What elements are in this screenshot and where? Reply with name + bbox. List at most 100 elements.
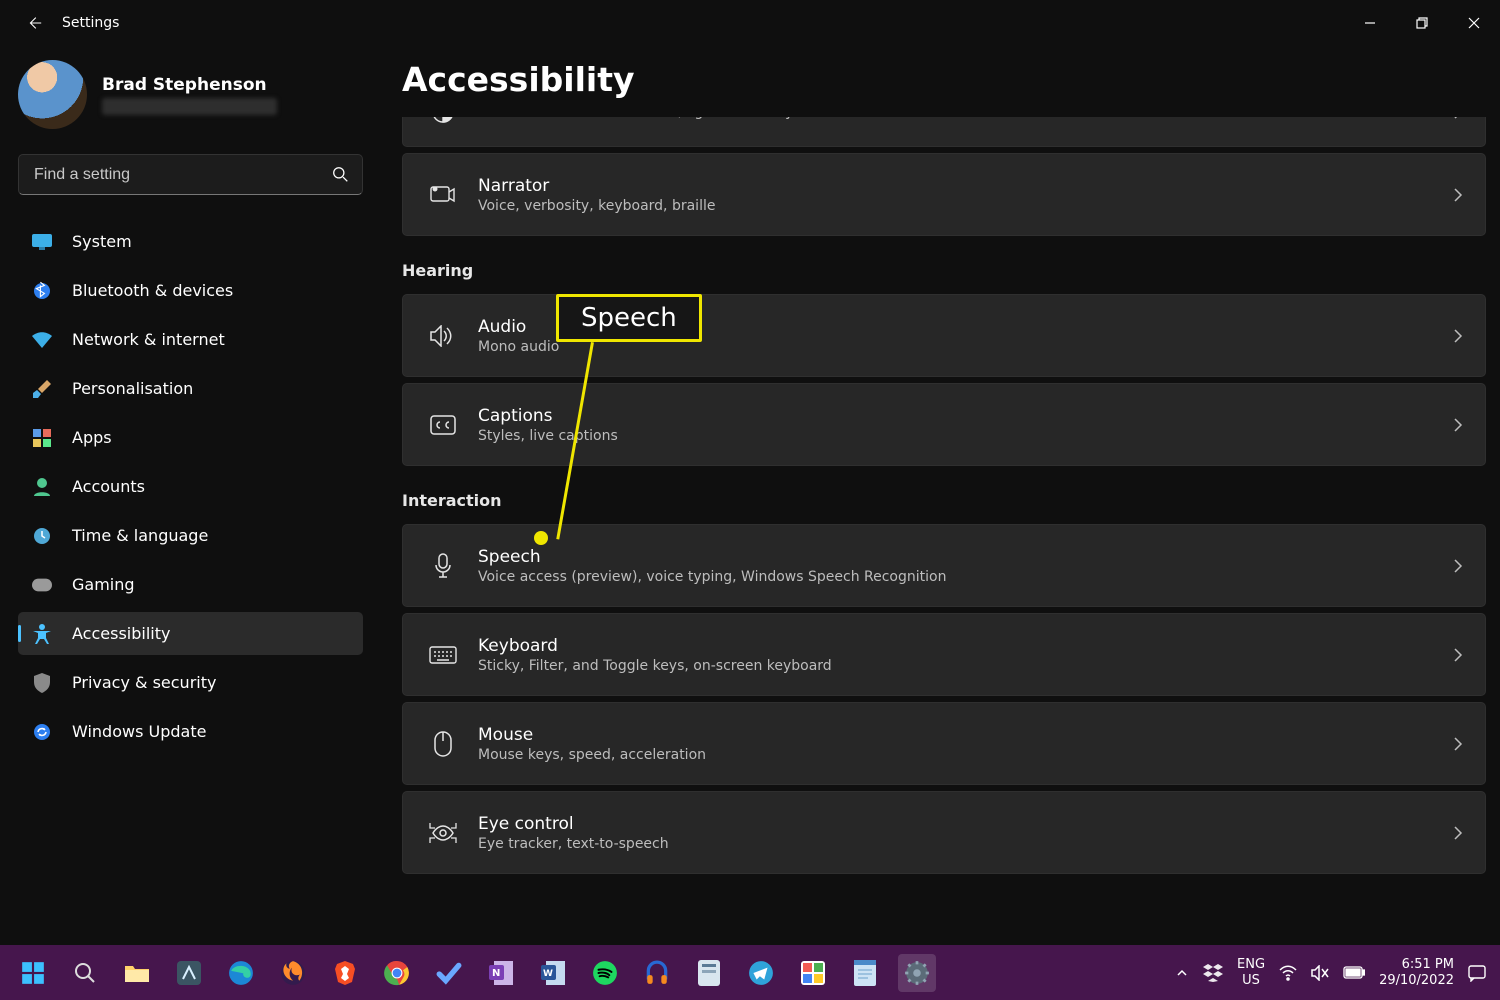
sidebar-item-label: Gaming	[72, 575, 135, 594]
mic-icon	[425, 553, 460, 579]
chrome-icon[interactable]	[378, 954, 416, 992]
powertoys-icon[interactable]	[794, 954, 832, 992]
notepad-icon[interactable]	[846, 954, 884, 992]
wifi-tray-icon[interactable]	[1279, 965, 1297, 981]
setting-card-keyboard[interactable]: KeyboardSticky, Filter, and Toggle keys,…	[402, 613, 1486, 696]
taskbar: N W ENGUS 6:51 PM29/10/2022	[0, 945, 1500, 1000]
card-subtitle: Colour themes for low vision, light sens…	[478, 117, 1453, 120]
chevron-right-icon	[1453, 187, 1463, 203]
close-button[interactable]	[1448, 0, 1500, 45]
sidebar-item-personalisation[interactable]: Personalisation	[18, 367, 363, 410]
search-input-container[interactable]	[18, 154, 363, 195]
cc-icon	[425, 415, 460, 435]
sidebar-item-label: Accessibility	[72, 624, 170, 643]
sidebar-item-system[interactable]: System	[18, 220, 363, 263]
card-subtitle: Eye tracker, text-to-speech	[478, 836, 1453, 852]
card-subtitle: Mouse keys, speed, acceleration	[478, 747, 1453, 763]
chevron-right-icon	[1453, 736, 1463, 752]
titlebar: Settings	[0, 0, 1500, 45]
taskbar-app-1[interactable]	[170, 954, 208, 992]
tray-chevron-icon[interactable]	[1175, 966, 1189, 980]
user-email-redacted	[102, 98, 277, 115]
taskbar-app-2[interactable]	[690, 954, 728, 992]
setting-card-eye-control[interactable]: Eye control Eye tracker, text-to-speech	[402, 791, 1486, 874]
start-button[interactable]	[14, 954, 52, 992]
clock[interactable]: 6:51 PM29/10/2022	[1379, 957, 1454, 988]
spotify-icon[interactable]	[586, 954, 624, 992]
sidebar-item-accessibility[interactable]: Accessibility	[18, 612, 363, 655]
card-title: Eye control	[478, 814, 1453, 834]
narrator-icon	[425, 184, 460, 206]
back-button[interactable]	[24, 13, 44, 33]
search-icon	[332, 166, 349, 183]
chevron-right-icon	[1453, 328, 1463, 344]
clock-icon	[32, 527, 52, 545]
card-subtitle: Voice access (preview), voice typing, Wi…	[478, 569, 1453, 585]
sidebar-item-windows-update[interactable]: Windows Update	[18, 710, 363, 753]
sidebar-item-gaming[interactable]: Gaming	[18, 563, 363, 606]
user-name: Brad Stephenson	[102, 75, 277, 95]
keyboard-icon	[425, 646, 460, 664]
explorer-icon[interactable]	[118, 954, 156, 992]
maximize-button[interactable]	[1396, 0, 1448, 45]
search-input[interactable]	[32, 165, 332, 185]
card-title: Narrator	[478, 176, 1453, 196]
sidebar-item-accounts[interactable]: Accounts	[18, 465, 363, 508]
battery-tray-icon[interactable]	[1343, 966, 1365, 979]
sidebar-item-bluetooth-devices[interactable]: Bluetooth & devices	[18, 269, 363, 312]
page-title: Accessibility	[402, 60, 1486, 99]
update-icon	[32, 723, 52, 741]
contrast-icon	[425, 117, 460, 124]
callout-label: Speech	[581, 303, 677, 333]
wifi-icon	[32, 332, 52, 348]
telegram-icon[interactable]	[742, 954, 780, 992]
volume-tray-icon[interactable]	[1311, 965, 1329, 981]
monitor-icon	[32, 234, 52, 250]
setting-card-speech[interactable]: Speech Voice access (preview), voice typi…	[402, 524, 1486, 607]
dropbox-tray-icon[interactable]	[1203, 964, 1223, 982]
brave-icon[interactable]	[326, 954, 364, 992]
word-icon[interactable]: W	[534, 954, 572, 992]
callout-dot	[534, 531, 548, 545]
accessibility-icon	[32, 624, 52, 644]
language-indicator[interactable]: ENGUS	[1237, 957, 1265, 988]
card-title: Captions	[478, 406, 1453, 426]
chevron-right-icon	[1453, 117, 1463, 120]
onenote-icon[interactable]: N	[482, 954, 520, 992]
chevron-right-icon	[1453, 417, 1463, 433]
user-profile[interactable]: Brad Stephenson	[18, 60, 368, 129]
sidebar-item-apps[interactable]: Apps	[18, 416, 363, 459]
shield-icon	[32, 673, 52, 693]
card-subtitle: Styles, live captions	[478, 428, 1453, 444]
card-title: Speech	[478, 547, 1453, 567]
sidebar-item-label: Time & language	[72, 526, 208, 545]
chevron-right-icon	[1453, 825, 1463, 841]
edge-icon[interactable]	[222, 954, 260, 992]
audacity-icon[interactable]	[638, 954, 676, 992]
sidebar-item-label: System	[72, 232, 132, 251]
setting-card-captions[interactable]: Captions Styles, live captions	[402, 383, 1486, 466]
sidebar-item-label: Network & internet	[72, 330, 225, 349]
group-label: Hearing	[402, 261, 1486, 280]
bluetooth-icon	[32, 281, 52, 301]
sidebar-item-privacy-security[interactable]: Privacy & security	[18, 661, 363, 704]
mouse-icon	[425, 731, 460, 757]
gamepad-icon	[32, 578, 52, 592]
minimize-button[interactable]	[1344, 0, 1396, 45]
svg-text:N: N	[492, 968, 500, 979]
taskbar-search-icon[interactable]	[66, 954, 104, 992]
setting-card-contrast[interactable]: Colour themes for low vision, light sens…	[402, 117, 1486, 147]
todo-icon[interactable]	[430, 954, 468, 992]
notifications-tray-icon[interactable]	[1468, 964, 1486, 982]
setting-card-narrator[interactable]: Narrator Voice, verbosity, keyboard, brai…	[402, 153, 1486, 236]
firefox-icon[interactable]	[274, 954, 312, 992]
card-subtitle: Voice, verbosity, keyboard, braille	[478, 198, 1453, 214]
sidebar: Brad Stephenson System Bluetooth & device…	[18, 60, 368, 753]
sidebar-item-network-internet[interactable]: Network & internet	[18, 318, 363, 361]
setting-card-mouse[interactable]: MouseMouse keys, speed, acceleration	[402, 702, 1486, 785]
callout-box: Speech	[556, 294, 702, 342]
sidebar-item-label: Bluetooth & devices	[72, 281, 233, 300]
eye-icon	[425, 822, 460, 844]
settings-taskbar-icon[interactable]	[898, 954, 936, 992]
sidebar-item-time-language[interactable]: Time & language	[18, 514, 363, 557]
